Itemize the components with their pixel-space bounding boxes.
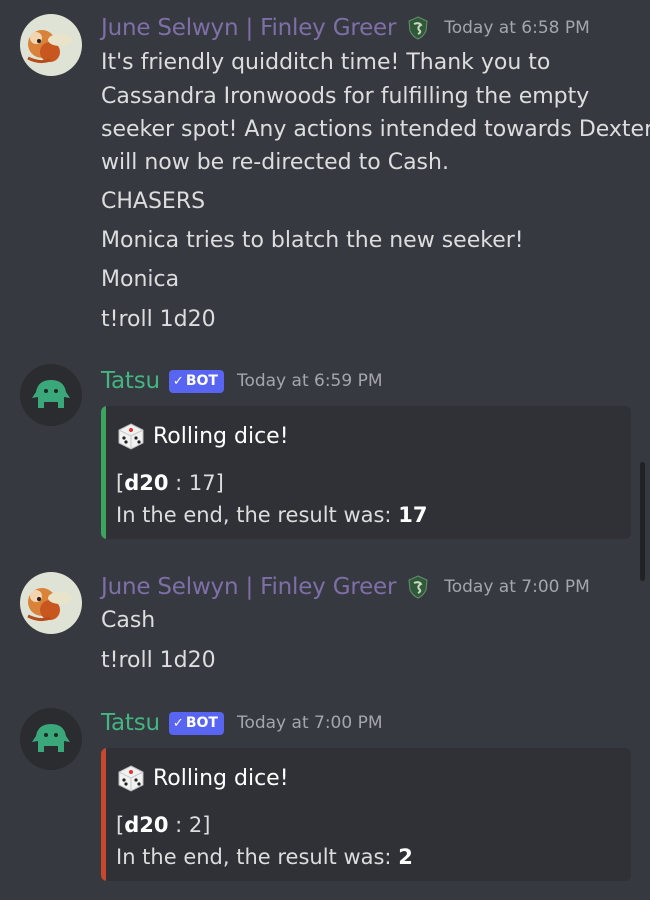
embed: Rolling dice! [d20 : 2] In the end, the … bbox=[101, 748, 631, 881]
embed-title: Rolling dice! bbox=[116, 421, 289, 451]
roll-detail: [d20 : 17] bbox=[116, 471, 224, 495]
message-text: CHASERS bbox=[101, 189, 206, 214]
dice-icon bbox=[118, 423, 144, 450]
message-text: Cassandra Ironwoods for fulfilling the e… bbox=[101, 84, 590, 109]
roll-detail: [d20 : 2] bbox=[116, 813, 211, 837]
scrollbar[interactable] bbox=[640, 462, 645, 581]
chat-message-list: June Selwyn | Finley Greer Today at 6:58… bbox=[0, 0, 650, 900]
message-text: Cash bbox=[101, 608, 156, 633]
username[interactable]: Tatsu bbox=[101, 368, 160, 394]
embed-title-text: Rolling dice! bbox=[153, 423, 289, 449]
bot-tag: ✓ BOT bbox=[168, 711, 224, 735]
embed-color-bar bbox=[101, 748, 106, 881]
bot-tag-label: BOT bbox=[185, 373, 218, 389]
message-text: will now be re-directed to Cash. bbox=[101, 150, 449, 175]
message-text: seeker spot! Any actions intended toward… bbox=[101, 117, 650, 142]
embed-color-bar bbox=[101, 406, 106, 539]
timestamp: Today at 6:59 PM bbox=[236, 371, 383, 391]
embed-title-text: Rolling dice! bbox=[153, 765, 289, 791]
roll-result: In the end, the result was: 17 bbox=[116, 503, 428, 527]
bot-tag-label: BOT bbox=[185, 715, 218, 731]
avatar[interactable] bbox=[20, 364, 82, 426]
message-text: Monica tries to blatch the new seeker! bbox=[101, 228, 524, 253]
roll-result: In the end, the result was: 2 bbox=[116, 845, 413, 869]
message-text: It's friendly quidditch time! Thank you … bbox=[101, 50, 551, 75]
avatar[interactable] bbox=[20, 708, 82, 770]
message-text: t!roll 1d20 bbox=[101, 648, 216, 673]
timestamp: Today at 7:00 PM bbox=[444, 577, 590, 597]
timestamp: Today at 6:58 PM bbox=[444, 18, 590, 38]
snake-crest-icon bbox=[405, 574, 431, 600]
verified-check-icon: ✓ bbox=[172, 373, 184, 389]
dice-icon bbox=[118, 765, 144, 792]
embed: Rolling dice! [d20 : 17] In the end, the… bbox=[101, 406, 631, 539]
snake-crest-icon bbox=[405, 15, 431, 41]
bot-tag: ✓ BOT bbox=[168, 369, 224, 393]
message-text: t!roll 1d20 bbox=[101, 307, 216, 332]
username[interactable]: June Selwyn | Finley Greer bbox=[101, 15, 396, 41]
verified-check-icon: ✓ bbox=[172, 715, 184, 731]
avatar[interactable] bbox=[20, 572, 82, 634]
username[interactable]: June Selwyn | Finley Greer bbox=[101, 574, 396, 600]
embed-title: Rolling dice! bbox=[116, 763, 289, 793]
avatar[interactable] bbox=[20, 14, 82, 76]
username[interactable]: Tatsu bbox=[101, 710, 160, 736]
message-text: Monica bbox=[101, 267, 180, 292]
timestamp: Today at 7:00 PM bbox=[236, 713, 383, 733]
